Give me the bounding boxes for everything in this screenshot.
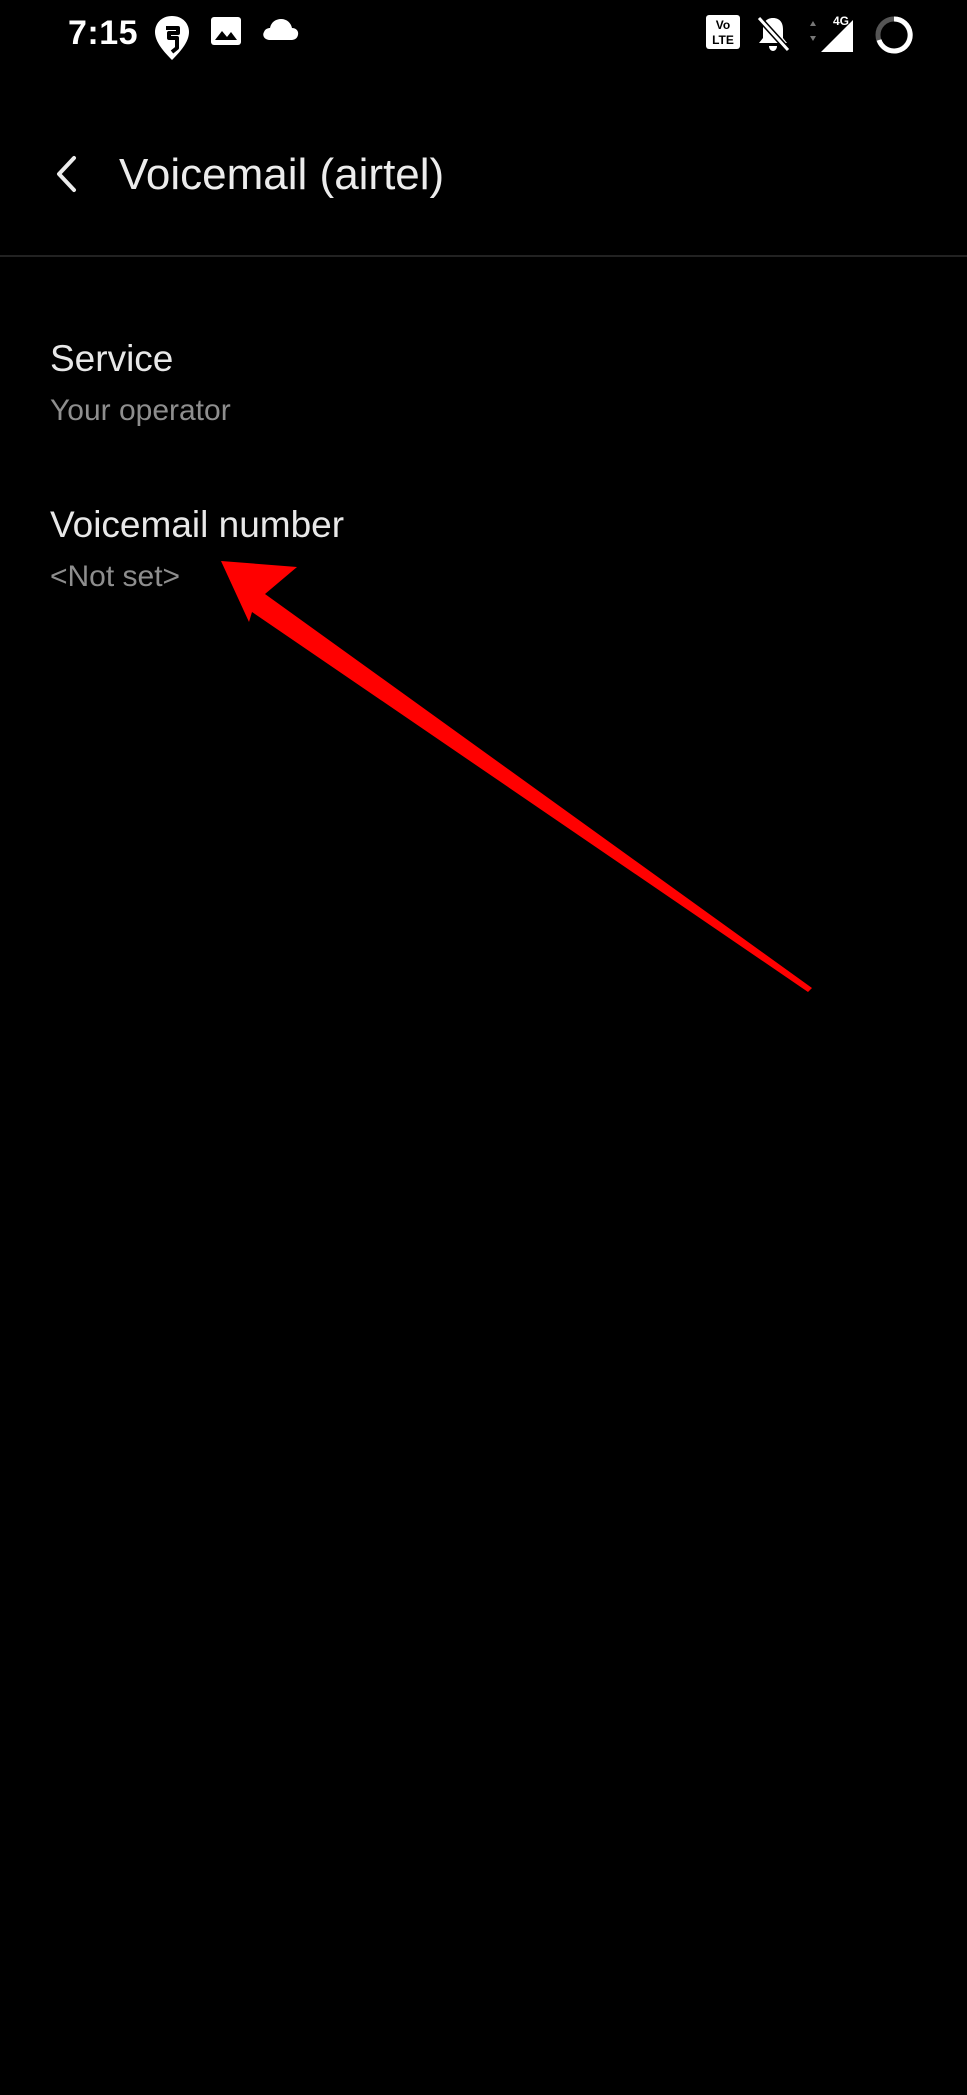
volte-bottom-label: LTE <box>712 33 734 47</box>
status-time: 7:15 <box>68 14 139 52</box>
service-summary: Your operator <box>50 394 231 427</box>
battery-ring-icon <box>873 14 915 61</box>
page-title: Voicemail (airtel) <box>119 150 445 199</box>
voicemail-number-title: Voicemail number <box>50 504 345 545</box>
app-bar: Voicemail (airtel) <box>0 130 967 226</box>
voicemail-number-preference[interactable]: Voicemail number <Not set> <box>0 478 967 628</box>
voicemail-settings-screen: 7:15 Vo LTE 4G Voicemail (airtel) Servic… <box>0 0 967 2095</box>
swiggy-icon <box>152 14 192 67</box>
notifications-muted-icon <box>755 14 791 59</box>
network-type-label: 4G <box>833 14 849 28</box>
volte-icon: Vo LTE <box>705 14 741 55</box>
service-title: Service <box>50 338 174 379</box>
signal-icon: 4G <box>805 14 857 61</box>
service-preference[interactable]: Service Your operator <box>0 312 967 462</box>
app-bar-divider <box>0 255 967 257</box>
status-bar: 7:15 Vo LTE 4G <box>0 0 967 70</box>
cloud-icon <box>260 14 300 49</box>
chevron-left-icon <box>51 153 81 200</box>
back-button[interactable] <box>36 140 96 212</box>
voicemail-number-summary: <Not set> <box>50 560 181 593</box>
gallery-icon <box>209 14 243 53</box>
volte-top-label: Vo <box>716 18 730 32</box>
